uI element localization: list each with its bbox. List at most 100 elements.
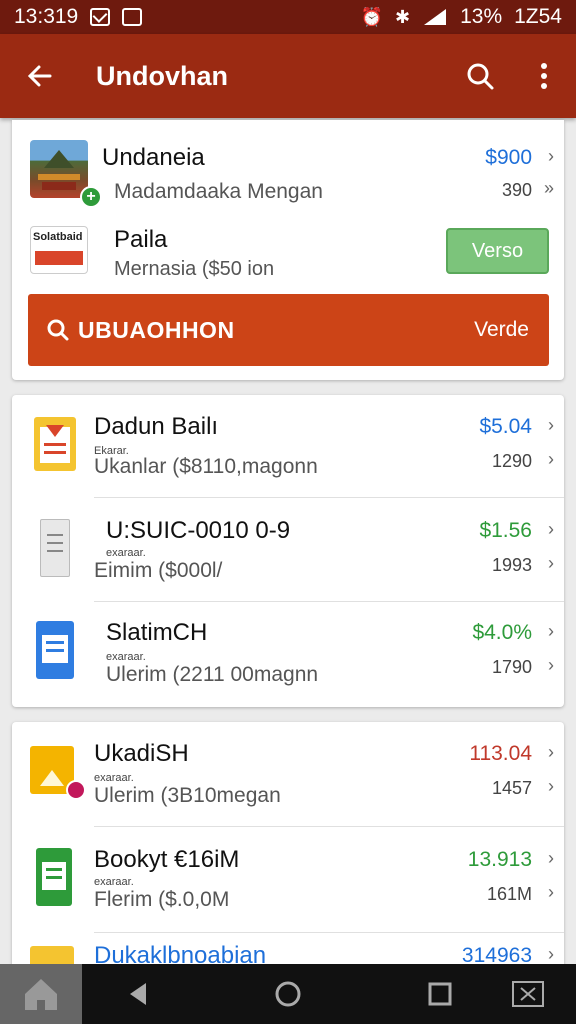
chevron-right-icon: › [548, 882, 554, 902]
temple-image-icon [38, 150, 80, 190]
list-item[interactable]: UkadiSH exaraar. Ulerim (3B10megan 113.0… [12, 722, 564, 826]
chevron-right-icon: › [548, 415, 554, 435]
chevron-right-icon: › [548, 146, 554, 166]
action-bar-right-label: Verde [474, 318, 529, 341]
item-tag: exaraar. [106, 651, 146, 663]
item-subtitle: Flerim ($.0,0M [94, 888, 230, 911]
list-card-3: UkadiSH exaraar. Ulerim (3B10megan 113.0… [12, 722, 564, 982]
triangle-back-icon [130, 983, 146, 1005]
item-tag: exaraar. [94, 772, 134, 784]
action-search-bar[interactable]: UBUAOHHON Verde [28, 294, 549, 366]
divider [94, 826, 564, 827]
featured-card: + Undaneia Madamdaaka Mengan $900 › 390 … [12, 120, 564, 380]
item-price: $1.56 [479, 519, 532, 542]
item-price: $5.04 [479, 415, 532, 438]
thumbnail-label: Solatbaid [33, 231, 83, 243]
item-price: 13.913 [467, 848, 532, 871]
image-notification-icon [122, 8, 143, 26]
item-subtitle: Ulerim (2211 00magnn [106, 663, 319, 686]
arrow-left-icon [27, 65, 52, 87]
item-name: Bookyt €16iM [94, 846, 240, 873]
nav-home-button[interactable] [258, 964, 318, 1024]
more-options-button[interactable] [512, 34, 576, 118]
item-tag: exaraar. [94, 876, 134, 888]
circle-home-icon [275, 981, 301, 1007]
document-blue-icon [36, 621, 74, 679]
chevron-right-icon: › [548, 553, 554, 573]
verso-button[interactable]: Verso [446, 228, 549, 274]
item-name: Paila [114, 226, 168, 253]
item-thumbnail [30, 140, 88, 198]
search-icon [467, 63, 494, 90]
back-button[interactable] [0, 34, 80, 118]
divider [94, 932, 564, 933]
item-name: SlatimCH [106, 619, 208, 646]
item-subtitle: Mernasia ($50 ion [114, 258, 275, 280]
app-bar: Undovhan [0, 34, 576, 118]
item-subtitle: Ukanlar ($8110,magonn [94, 455, 318, 478]
list-item[interactable]: Dadun Bailı Ekarar. Ukanlar ($8110,magon… [12, 395, 564, 497]
search-icon [47, 319, 69, 341]
chevron-right-icon: › [548, 944, 554, 964]
list-item[interactable]: Bookyt €16iM exaraar. Flerim ($.0,0M 13.… [12, 828, 564, 932]
item-subtitle: Madamdaaka Mengan [114, 180, 323, 203]
item-price: 113.04 [469, 742, 532, 765]
chevron-right-icon: › [548, 776, 554, 796]
item-count: 1790 [491, 657, 532, 677]
chevron-right-icon: › [548, 621, 554, 641]
square-recents-icon [428, 982, 452, 1006]
nav-back-button[interactable] [108, 964, 168, 1024]
item-name: Dadun Bailı [94, 413, 219, 440]
item-subtitle: Ulerim (3B10megan [94, 784, 281, 807]
item-subtitle: Eimim ($000l/ [94, 559, 223, 582]
document-gray-icon [40, 519, 70, 577]
item-count: 1457 [491, 778, 532, 798]
chevron-right-icon: › [548, 519, 554, 539]
document-yellow-icon [34, 417, 76, 471]
bluetooth-icon: ✱ [395, 7, 411, 27]
thumbnail-stripe [35, 251, 83, 265]
list-item-undaneia[interactable]: + Undaneia Madamdaaka Mengan $900 › 390 … [12, 138, 564, 218]
item-count: 161M [486, 884, 532, 904]
alarm-icon: ⏰ [360, 7, 383, 27]
sheet-green-icon [36, 848, 72, 906]
nav-extra-button[interactable] [498, 964, 558, 1024]
item-name: Undaneia [102, 144, 205, 171]
status-clock-right: 1Z54 [514, 5, 562, 28]
screen-close-icon [512, 981, 544, 1007]
double-chevron-icon: » [543, 178, 554, 198]
status-bar: 13:319 ⏰ ✱ 13% 1Z54 [0, 0, 576, 34]
list-card-2: Dadun Bailı Ekarar. Ukanlar ($8110,magon… [12, 395, 564, 707]
item-count: 1290 [491, 451, 532, 471]
mail-notification-icon [90, 8, 111, 26]
house-icon [25, 979, 57, 1010]
launcher-home-button[interactable] [0, 964, 82, 1024]
action-bar-label: UBUAOHHON [78, 316, 235, 343]
more-vert-icon [541, 63, 547, 89]
search-button[interactable] [448, 34, 512, 118]
chevron-right-icon: › [548, 449, 554, 469]
chevron-right-icon: › [548, 848, 554, 868]
divider [94, 497, 564, 498]
chevron-right-icon: › [548, 742, 554, 762]
item-count: 390 [501, 180, 532, 200]
item-name: U:SUIC-0010 0-9 [106, 517, 291, 544]
list-item[interactable]: U:SUIC-0010 0-9 exaraar. Eimim ($000l/ $… [12, 499, 564, 601]
item-price: $4.0% [472, 621, 532, 644]
item-price: $900 [485, 146, 532, 169]
system-nav-bar [0, 964, 576, 1024]
status-time: 13:319 [14, 5, 79, 28]
item-thumbnail: Solatbaid [30, 226, 88, 274]
item-count: 1993 [491, 555, 532, 575]
divider [94, 601, 564, 602]
page-title: Undovhan [96, 60, 228, 91]
status-badge [66, 780, 86, 800]
item-name: UkadiSH [94, 740, 189, 767]
nav-recents-button[interactable] [410, 964, 470, 1024]
item-tag: exaraar. [106, 547, 146, 559]
list-item[interactable]: SlatimCH exaraar. Ulerim (2211 00magnn $… [12, 603, 564, 705]
battery-percent: 13% [460, 5, 503, 28]
add-badge-icon[interactable]: + [80, 186, 102, 208]
chevron-right-icon: › [548, 655, 554, 675]
wifi-signal-icon [424, 9, 447, 25]
